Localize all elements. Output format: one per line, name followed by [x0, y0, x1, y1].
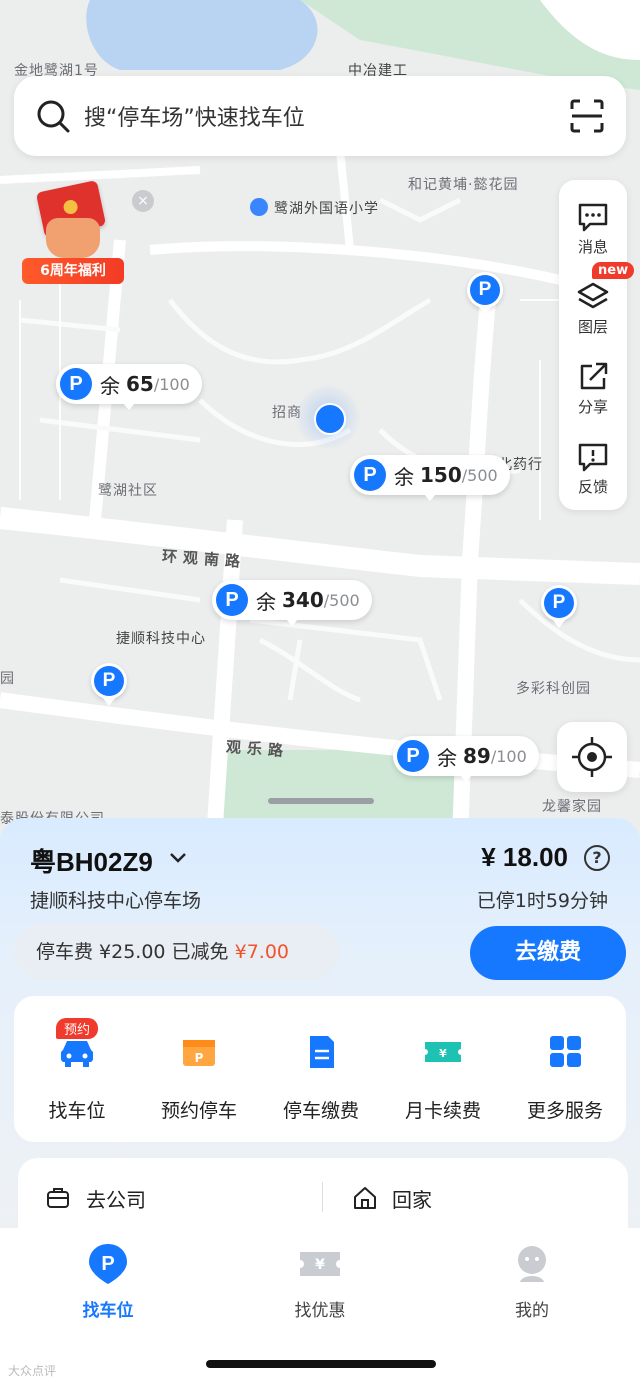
- svg-text:P: P: [101, 1253, 114, 1275]
- bill-icon: [310, 1036, 334, 1068]
- home-icon: [354, 1187, 376, 1209]
- reserve-badge: 预约: [56, 1018, 99, 1039]
- svg-text:¥: ¥: [315, 1257, 325, 1273]
- locate-button[interactable]: [557, 722, 627, 792]
- parking-marker[interactable]: P 余 89 /100: [393, 736, 539, 782]
- watermark: 大众点评: [8, 1364, 57, 1378]
- map-label: 鹭湖社区: [98, 483, 158, 499]
- map-label: 龙馨家园: [542, 799, 602, 815]
- coupon-icon: ¥: [300, 1252, 340, 1276]
- pay-button[interactable]: 去缴费: [470, 926, 626, 980]
- license-plate[interactable]: 粤BH02Z9: [30, 842, 153, 879]
- feedback-button[interactable]: 反馈: [559, 434, 627, 504]
- tab-discounts[interactable]: ¥ 找优惠: [250, 1242, 390, 1321]
- parking-pin[interactable]: P: [467, 272, 503, 315]
- service-pay-parking[interactable]: 停车缴费: [260, 996, 382, 1142]
- remain-label: 余: [437, 745, 457, 770]
- sheet-drag-handle[interactable]: [268, 798, 374, 804]
- map-tools-panel: 消息 图层 分享 反馈: [559, 180, 627, 510]
- promo-close-icon[interactable]: ×: [132, 190, 154, 212]
- parking-marker[interactable]: P 余 340 /500: [212, 580, 372, 626]
- tab-find-parking[interactable]: P 找车位: [38, 1242, 178, 1321]
- remain-count: 89: [463, 744, 491, 768]
- school-icon: [250, 198, 268, 216]
- map-label: 多彩科创园: [516, 681, 591, 697]
- layers-icon: [577, 282, 609, 309]
- layer-button[interactable]: 图层: [559, 274, 627, 344]
- total-count: /500: [461, 465, 498, 485]
- discount-info: 停车费 ¥25.00 已减免 ¥7.00: [14, 924, 340, 980]
- map-label: 捷顺科技中心: [116, 631, 206, 647]
- parking-pin[interactable]: P: [91, 663, 127, 706]
- anniversary-promo[interactable]: 6周年福利: [22, 178, 124, 284]
- parking-marker[interactable]: P 余 150 /500: [350, 455, 510, 501]
- map-label: 和记黄埔·懿花园: [408, 177, 519, 193]
- parking-lot-name: 捷顺科技中心停车场: [30, 890, 202, 912]
- parking-icon: P: [397, 740, 429, 772]
- parking-duration: 已停1时59分钟: [476, 890, 608, 912]
- promo-label: 6周年福利: [22, 258, 124, 284]
- car-icon: [61, 1041, 93, 1067]
- service-monthly-card[interactable]: ¥ 月卡续费: [382, 996, 504, 1142]
- message-button[interactable]: 消息: [559, 194, 627, 264]
- remain-count: 150: [420, 463, 462, 487]
- message-icon: [578, 203, 608, 232]
- current-location-dot: [295, 384, 361, 450]
- search-bar[interactable]: 搜“停车场”快速找车位: [14, 76, 626, 156]
- total-count: /500: [323, 590, 360, 610]
- parking-icon: P: [60, 368, 92, 400]
- ticket-icon: ¥: [425, 1042, 461, 1062]
- remain-count: 65: [126, 372, 154, 396]
- feedback-icon: [578, 443, 608, 472]
- home-indicator[interactable]: [206, 1360, 436, 1368]
- service-more[interactable]: 更多服务: [504, 996, 626, 1142]
- service-reserve-parking[interactable]: P 预约停车: [138, 996, 260, 1142]
- parking-icon: P: [216, 584, 248, 616]
- remain-label: 余: [394, 464, 414, 489]
- share-button[interactable]: 分享: [559, 354, 627, 424]
- remain-label: 余: [100, 373, 120, 398]
- briefcase-icon: [47, 1188, 69, 1208]
- map-label: 园: [0, 671, 15, 687]
- svg-text:¥: ¥: [439, 1047, 447, 1060]
- help-icon[interactable]: ?: [584, 845, 610, 871]
- svg-text:P: P: [195, 1051, 204, 1065]
- map-label-school: 鹭湖外国语小学: [250, 198, 379, 218]
- go-company-link[interactable]: 去公司: [86, 1184, 146, 1213]
- hand-icon: [46, 218, 100, 258]
- remain-count: 340: [282, 588, 324, 612]
- services-grid: 找车位 P 预约停车 停车缴费 ¥ 月卡续费 更多服务: [14, 996, 626, 1142]
- remain-label: 余: [256, 589, 276, 614]
- new-badge: new: [592, 262, 635, 279]
- search-icon: [37, 100, 70, 133]
- total-count: /100: [490, 746, 527, 766]
- go-home-link[interactable]: 回家: [392, 1184, 432, 1213]
- parking-pin[interactable]: P: [541, 585, 577, 628]
- parking-marker[interactable]: P 余 65 /100: [56, 364, 202, 410]
- share-icon: [580, 362, 608, 390]
- tab-profile[interactable]: 我的: [462, 1242, 602, 1321]
- chevron-down-icon[interactable]: [168, 848, 188, 868]
- parking-icon: P: [354, 459, 386, 491]
- scan-icon[interactable]: [570, 99, 604, 133]
- total-count: /100: [153, 374, 190, 394]
- crosshair-icon: [572, 737, 612, 777]
- grid-icon: [550, 1036, 581, 1067]
- divider: [322, 1182, 323, 1212]
- profile-icon: [518, 1246, 546, 1282]
- parking-fee: ¥ 18.00: [481, 842, 568, 872]
- search-placeholder: 搜“停车场”快速找车位: [84, 106, 305, 131]
- road-label: 观乐路: [225, 737, 290, 761]
- reserve-icon: P: [183, 1040, 215, 1066]
- parking-tab-icon: P: [89, 1244, 127, 1284]
